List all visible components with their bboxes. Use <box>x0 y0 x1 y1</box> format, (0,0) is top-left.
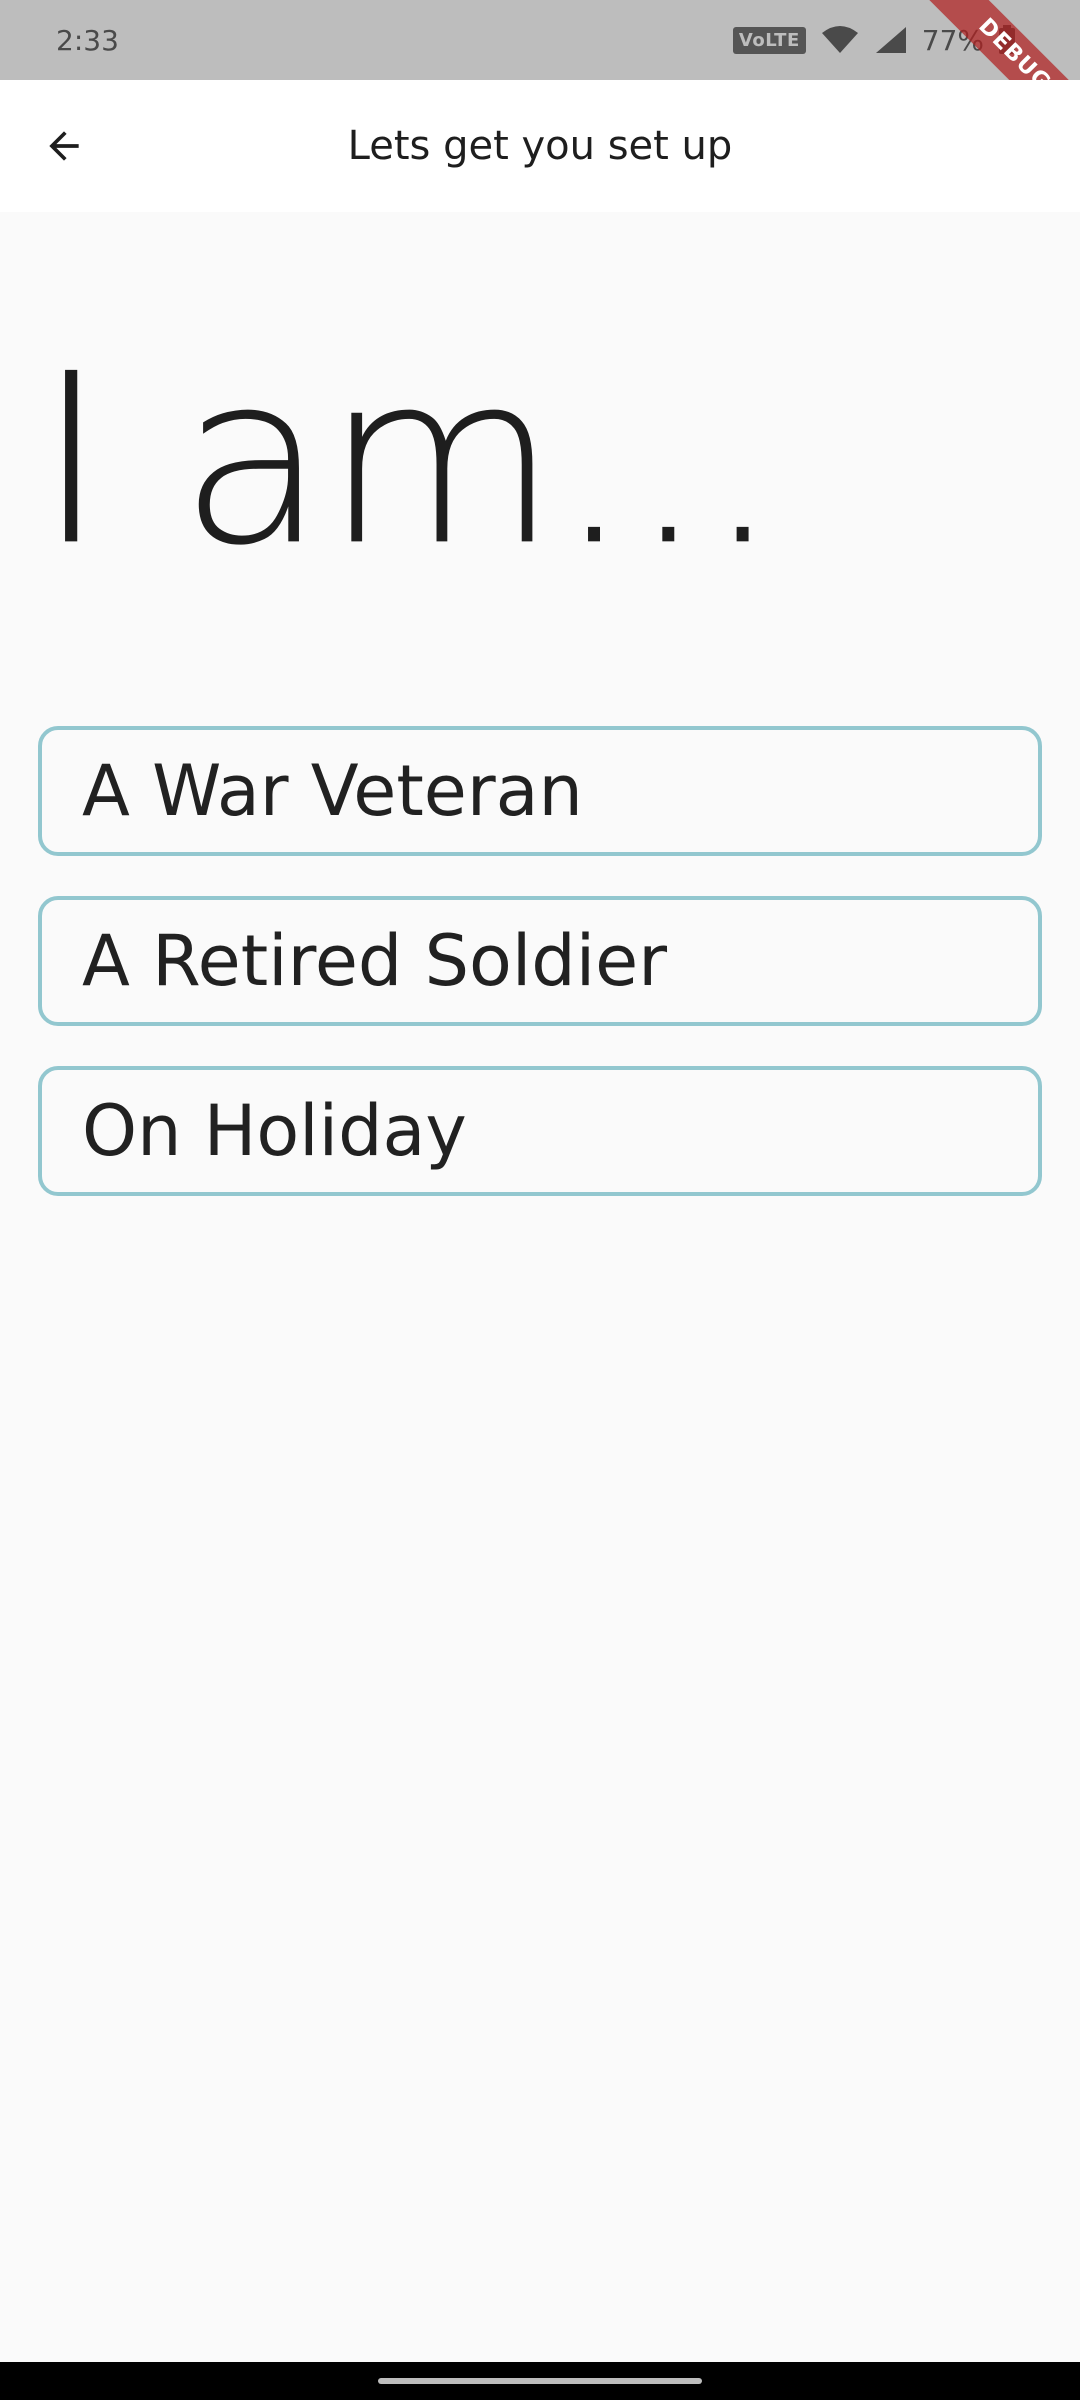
volte-badge: VoLTE <box>732 26 806 54</box>
arrow-left-icon <box>49 131 79 161</box>
wifi-icon <box>821 26 858 53</box>
status-bar: 2:33 VoLTE 77% <box>0 0 1080 80</box>
home-indicator[interactable] <box>378 2378 702 2384</box>
page-title: Lets get you set up <box>347 123 733 169</box>
battery-icon <box>999 25 1015 54</box>
signal-icon <box>875 27 906 53</box>
option-on-holiday-button[interactable]: On Holiday <box>38 1066 1042 1196</box>
heading: I am... <box>36 322 781 598</box>
option-retired-soldier-button[interactable]: A Retired Soldier <box>38 896 1042 1026</box>
system-nav-bar <box>0 2362 1080 2400</box>
battery-level: 77% <box>921 23 984 57</box>
app-bar: Lets get you set up <box>0 80 1080 212</box>
status-icons: VoLTE 77% <box>732 23 1016 57</box>
option-war-veteran-button[interactable]: A War Veteran <box>38 726 1042 856</box>
options-list: A War Veteran A Retired Soldier On Holid… <box>38 726 1042 1196</box>
back-button[interactable] <box>28 110 100 182</box>
status-time: 2:33 <box>56 23 119 57</box>
